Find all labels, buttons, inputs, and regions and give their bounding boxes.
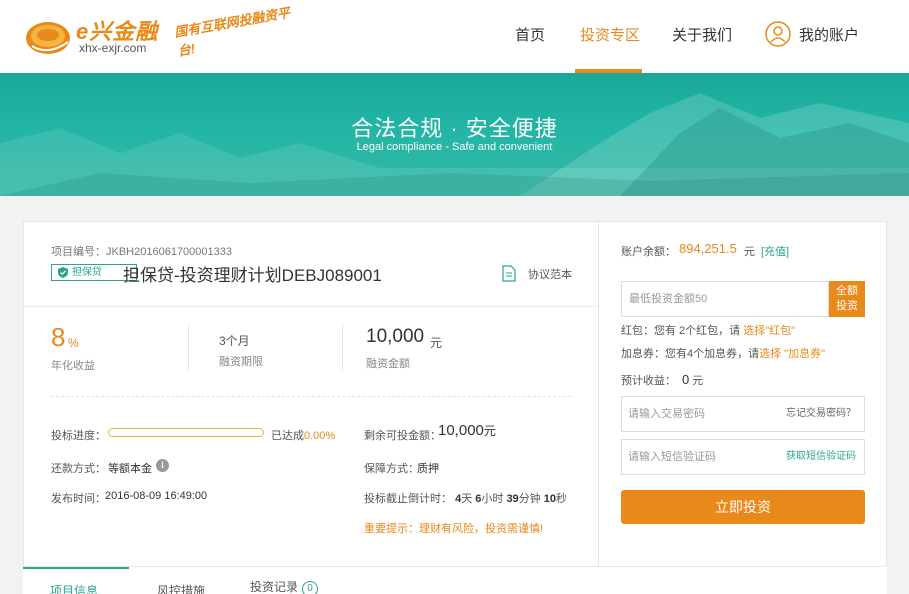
balance-label: 账户余额： bbox=[621, 246, 676, 258]
invest-all-line1: 全额 bbox=[836, 285, 858, 297]
remaining-amount-value: 10,000 bbox=[438, 422, 484, 439]
divider bbox=[188, 324, 189, 370]
coupon-text: 加息券：您有4个加息券，请 bbox=[621, 348, 760, 360]
remaining-label: 剩余可投金额： bbox=[364, 430, 441, 442]
progress-reached: 已达成0.00% bbox=[271, 427, 335, 443]
countdown-seconds-unit: 秒 bbox=[556, 493, 567, 505]
progress-reached-pct: 0.00% bbox=[304, 430, 336, 442]
brand-domain: xhx-exjr.com bbox=[79, 41, 147, 55]
countdown-seconds: 10 bbox=[543, 493, 556, 505]
document-icon[interactable] bbox=[502, 265, 516, 282]
countdown-days-unit: 天 bbox=[461, 493, 473, 505]
select-coupon-link[interactable]: 选择 "加息券" bbox=[759, 348, 825, 360]
countdown-minutes-unit: 分钟 bbox=[518, 493, 541, 505]
invest-all-line2: 投资 bbox=[836, 300, 858, 312]
remaining-amount-unit: 元 bbox=[483, 424, 496, 438]
progress-reached-prefix: 已达成 bbox=[271, 430, 304, 442]
invest-now-button[interactable]: 立即投资 bbox=[621, 490, 865, 524]
term-label: 融资期限 bbox=[219, 356, 263, 368]
sms-code-field[interactable]: 请输入短信验证码 获取短信验证码 bbox=[621, 439, 865, 475]
info-icon[interactable]: i bbox=[156, 459, 169, 472]
user-icon[interactable] bbox=[765, 21, 791, 47]
tab-invest-records[interactable]: 投资记录 0 bbox=[250, 578, 319, 594]
banner-title: 合法合规 · 安全便捷 bbox=[351, 116, 558, 141]
guarantee-tag-label: 担保贷 bbox=[72, 267, 102, 278]
tab-risk-control[interactable]: 风控措施 bbox=[157, 582, 205, 594]
guarantee-method-label: 保障方式： bbox=[364, 463, 419, 475]
nav-home[interactable]: 首页 bbox=[515, 24, 545, 45]
invest-records-count-badge: 0 bbox=[302, 581, 319, 594]
bid-countdown: 投标截止倒计时： 4天 6小时 39分钟 10秒 bbox=[364, 490, 567, 506]
annual-rate-unit: % bbox=[68, 336, 79, 350]
agreement-sample-link[interactable]: 协议范本 bbox=[528, 266, 572, 282]
banner-subtitle: Legal compliance - Safe and convenient bbox=[356, 141, 553, 153]
trade-password-field[interactable]: 请输入交易密码 忘记交易密码？ bbox=[621, 396, 865, 432]
progress-label: 投标进度： bbox=[51, 430, 106, 442]
nav-about[interactable]: 关于我们 bbox=[672, 24, 732, 45]
red-packet-line: 红包：您有 2个红包，请 选择"红包" bbox=[621, 322, 795, 338]
invest-panel: 账户余额： 894,251.5 元 [充值] 最低投资金额50 全额 投资 红包… bbox=[599, 221, 887, 567]
nav-account[interactable]: 我的账户 bbox=[799, 24, 859, 45]
shield-icon bbox=[58, 267, 68, 278]
expected-income-line: 预计收益： 0 元 bbox=[621, 372, 703, 388]
divider bbox=[24, 306, 598, 307]
nav-invest[interactable]: 投资专区 bbox=[580, 24, 640, 45]
financing-amount-unit: 元 bbox=[430, 336, 443, 350]
forgot-password-link[interactable]: 忘记交易密码？ bbox=[786, 397, 856, 431]
publish-time-value: 2016-08-09 16:49:00 bbox=[105, 490, 208, 502]
invest-amount-input[interactable]: 最低投资金额50 bbox=[621, 281, 829, 317]
remaining-amount: 10,000元 bbox=[438, 422, 496, 439]
risk-notice: 重要提示：理财有风险，投资需谨慎! bbox=[364, 523, 544, 535]
expected-income-label: 预计收益： bbox=[621, 375, 676, 387]
select-red-packet-link[interactable]: 选择"红包" bbox=[743, 325, 795, 337]
tab-project-info[interactable]: 项目信息 bbox=[50, 582, 98, 594]
countdown-label: 投标截止倒计时： bbox=[364, 493, 452, 505]
repay-method-value: 等额本金 bbox=[108, 463, 152, 475]
balance-unit: 元 bbox=[744, 246, 755, 258]
trade-password-placeholder: 请输入交易密码 bbox=[628, 408, 705, 420]
hero-banner: 合法合规 · 安全便捷 Legal compliance - Safe and … bbox=[0, 73, 909, 196]
countdown-hours-unit: 小时 bbox=[481, 493, 504, 505]
publish-time-label: 发布时间： bbox=[51, 493, 106, 505]
repay-method-label: 还款方式： bbox=[51, 463, 106, 475]
balance-value: 894,251.5 bbox=[679, 241, 737, 256]
coupon-line: 加息券：您有4个加息券，请选择 "加息券" bbox=[621, 345, 825, 361]
divider bbox=[342, 324, 343, 370]
financing-amount-value: 10,000 bbox=[366, 326, 425, 347]
invest-all-button[interactable]: 全额 投资 bbox=[829, 281, 865, 317]
project-detail-card: 项目编号：JKBH2016061700001333 担保贷 担保贷-投资理财计划… bbox=[23, 221, 599, 567]
guarantee-method-value: 质押 bbox=[417, 463, 439, 475]
countdown-minutes: 39 bbox=[506, 493, 519, 505]
term-value: 3个月 bbox=[219, 334, 250, 348]
dashed-divider bbox=[51, 396, 571, 397]
expected-income-unit: 元 bbox=[692, 375, 704, 387]
site-logo[interactable]: e兴金融 xhx-exjr.com 国有互联网投融资平台! bbox=[24, 5, 294, 60]
top-header: e兴金融 xhx-exjr.com 国有互联网投融资平台! 首页 投资专区 关于… bbox=[0, 0, 909, 73]
financing-amount-label: 融资金额 bbox=[366, 358, 410, 370]
sms-code-placeholder: 请输入短信验证码 bbox=[628, 451, 716, 463]
annual-rate-value: 8 bbox=[51, 322, 66, 352]
red-packet-text: 红包：您有 2个红包，请 bbox=[621, 325, 744, 337]
brand-slogan: 国有互联网投融资平台! bbox=[173, 4, 292, 59]
project-title: 担保贷-投资理财计划DEBJ089001 bbox=[123, 266, 382, 285]
get-sms-code-link[interactable]: 获取短信验证码 bbox=[786, 440, 856, 474]
tab-invest-records-label: 投资记录 bbox=[250, 580, 299, 594]
coin-logo-icon bbox=[26, 22, 70, 54]
detail-tabs: 项目信息 风控措施 投资记录 0 bbox=[23, 566, 887, 594]
expected-income-value: 0 bbox=[682, 372, 690, 387]
annual-rate-label: 年化收益 bbox=[51, 360, 95, 372]
progress-bar bbox=[108, 428, 264, 437]
recharge-link[interactable]: [充值] bbox=[761, 243, 789, 259]
project-number: 项目编号：JKBH2016061700001333 bbox=[51, 246, 233, 258]
